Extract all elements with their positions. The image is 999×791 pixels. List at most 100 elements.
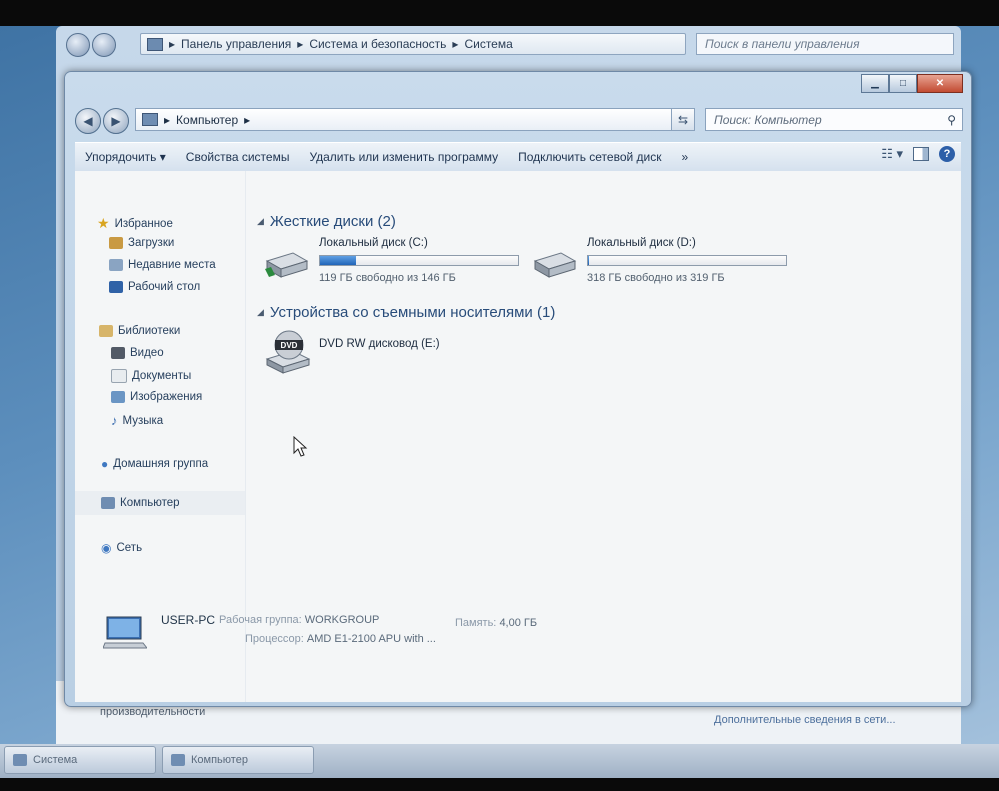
bg-search-placeholder: Поиск в панели управления [705,37,860,51]
mouse-cursor-icon [293,436,308,457]
cpu-row: Процессор: AMD E1-2100 APU with ... [245,633,436,645]
drive-d[interactable]: Локальный диск (D:) 318 ГБ свободно из 3… [531,237,793,287]
nav-bar: ◀ ▶ ▸ Компьютер ▸ ▾ ⇆ Поиск: Компьютер ⚲ [73,106,963,134]
sidebar-item-documents[interactable]: Документы [111,369,191,383]
chevron-right-icon: ▸ [169,37,176,51]
group-removable-devices[interactable]: ◢ Устройства со съемными носителями (1) [257,304,555,321]
sidebar-item-downloads[interactable]: Загрузки [109,237,174,249]
chevron-right-icon: ▸ [164,112,171,127]
breadcrumb-computer[interactable]: Компьютер [176,113,238,127]
chevron-right-icon: ▸ [244,112,251,127]
organize-label: Упорядочить [85,150,157,164]
dvd-drive-icon: DVD [265,330,311,374]
sidebar-item-homegroup[interactable]: ● Домашняя группа [101,457,208,471]
bg-back-button[interactable] [66,33,90,57]
sidebar-item-desktop[interactable]: Рабочий стол [109,281,200,293]
organize-button[interactable]: Упорядочить ▾ [75,150,176,164]
taskbar-button-computer[interactable]: Компьютер [162,746,314,774]
downloads-icon [109,237,123,249]
computer-icon [142,113,158,126]
group-title: Жесткие диски (2) [269,213,396,230]
breadcrumb-control-panel[interactable]: Панель управления [181,37,291,51]
explorer-window[interactable]: ▁ □ ✕ ◀ ▶ ▸ Компьютер ▸ ▾ ⇆ Поиск: Компь… [64,71,972,707]
back-button[interactable]: ◀ [75,108,101,134]
maximize-button[interactable]: □ [889,74,917,93]
drive-c[interactable]: Локальный диск (C:) 119 ГБ свободно из 1… [263,237,525,287]
taskbar-label: Компьютер [191,754,248,766]
memory-value: 4,00 ГБ [499,617,538,629]
group-hard-disks[interactable]: ◢ Жесткие диски (2) [257,213,396,230]
sidebar-item-label: Домашняя группа [113,458,209,470]
drive-free-space: 119 ГБ свободно из 146 ГБ [319,272,456,284]
sidebar-item-label: Избранное [114,217,173,230]
view-options-icon[interactable]: ☷ ▾ [881,146,903,162]
sidebar-item-libraries[interactable]: Библиотеки [99,325,180,337]
bg-address-bar[interactable]: ▸ Панель управления ▸ Система и безопасн… [140,33,686,55]
sidebar-item-network[interactable]: ◉ Сеть [101,541,142,555]
memory-row: Память: 4,00 ГБ [455,617,537,629]
network-icon: ◉ [101,541,112,555]
group-title: Устройства со съемными носителями (1) [269,304,556,321]
desktop-icon [109,281,123,293]
sidebar-item-video[interactable]: Видео [111,347,164,359]
desktop: ▸ Панель управления ▸ Система и безопасн… [0,26,999,778]
forward-button[interactable]: ▶ [103,108,129,134]
breadcrumb-security[interactable]: Система и безопасность [309,37,446,51]
sidebar-item-label: Недавние места [128,259,216,271]
command-bar: Упорядочить ▾ Свойства системы Удалить и… [75,142,961,172]
taskbar-button-system[interactable]: Система [4,746,156,774]
preview-pane-icon[interactable] [913,147,929,161]
collapse-triangle-icon[interactable]: ◢ [257,216,264,227]
sidebar-item-label: Загрузки [128,237,175,249]
system-properties-button[interactable]: Свойства системы [176,150,300,164]
sidebar-item-pictures[interactable]: Изображения [111,391,202,403]
sidebar-item-label: Видео [130,347,164,359]
workgroup-label: Рабочая группа: [219,614,302,626]
computer-icon [147,37,163,51]
chevron-right-icon: ▸ [297,37,304,51]
collapse-triangle-icon[interactable]: ◢ [257,307,264,318]
toolbar-right: ☷ ▾ ? [881,146,955,162]
sidebar-item-label: Сеть [116,542,143,554]
help-icon[interactable]: ? [939,146,955,162]
workgroup-value: WORKGROUP [304,614,380,626]
sidebar-item-label: Библиотеки [118,325,181,337]
bg-nav-bar: ▸ Панель управления ▸ Система и безопасн… [64,30,954,57]
breadcrumb-system[interactable]: Система [464,37,512,51]
computer-icon [171,754,185,766]
computer-icon [101,497,115,509]
sidebar-item-music[interactable]: ♪ Музыка [111,413,163,428]
drive-usage-bar [319,255,519,266]
map-network-drive-button[interactable]: Подключить сетевой диск [508,150,671,164]
hard-drive-icon [533,252,577,278]
refresh-button[interactable]: ⇆ [671,108,695,131]
video-icon [111,347,125,359]
chevron-right-icon: ▸ [452,37,459,51]
content-area: ★ Избранное Загрузки Недавние места Рабо… [75,171,961,702]
search-icon[interactable]: ⚲ [947,113,956,127]
dvd-badge-text: DVD [281,341,298,350]
close-button[interactable]: ✕ [917,74,963,93]
sidebar-item-recent-places[interactable]: Недавние места [109,259,216,271]
sidebar-item-label: Компьютер [120,497,180,509]
bg-forward-button[interactable] [92,33,116,57]
sidebar-item-favorites[interactable]: ★ Избранное [97,215,173,232]
address-bar[interactable]: ▸ Компьютер ▸ ▾ [135,108,691,131]
taskbar-label: Система [33,754,78,766]
uninstall-program-button[interactable]: Удалить или изменить программу [299,150,508,164]
minimize-button[interactable]: ▁ [861,74,889,93]
bg-more-info-link[interactable]: Дополнительные сведения в сети... [714,714,896,726]
computer-name: USER-PC [161,613,216,627]
sidebar-item-label: Изображения [130,391,203,403]
libraries-icon [99,325,113,337]
caption-buttons: ▁ □ ✕ [861,74,963,93]
memory-label: Память: [455,617,497,629]
sidebar-item-computer[interactable]: Компьютер [75,491,245,515]
cpu-label: Процессор: [245,633,304,645]
search-input[interactable]: Поиск: Компьютер ⚲ [705,108,963,131]
sidebar-item-label: Музыка [122,414,164,427]
workgroup-row: Рабочая группа: WORKGROUP [219,614,379,626]
more-commands-button[interactable]: » [672,150,699,164]
bg-search-input[interactable]: Поиск в панели управления [696,33,954,55]
dvd-drive[interactable]: DVD DVD RW дисковод (E:) [263,329,483,377]
